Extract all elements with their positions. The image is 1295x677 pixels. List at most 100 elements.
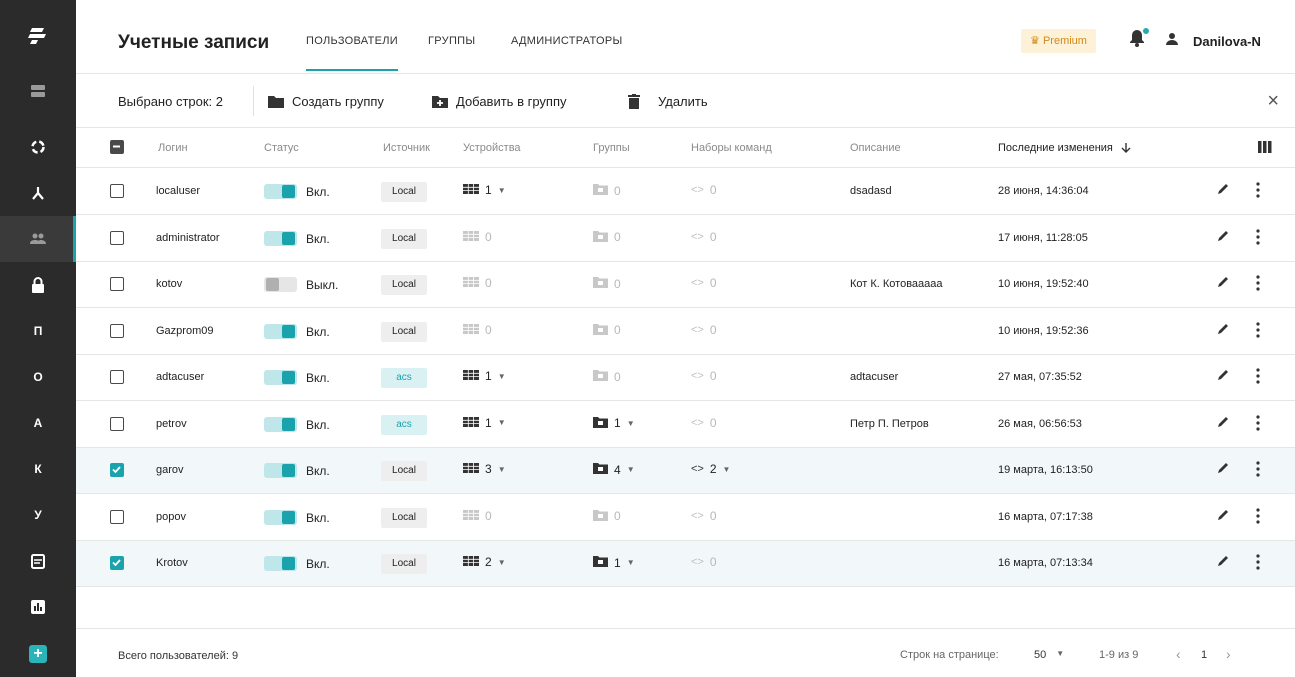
create-group-button[interactable]: Создать группу bbox=[268, 94, 384, 109]
column-header-last-modified[interactable]: Последние изменения bbox=[998, 142, 1131, 154]
status-toggle[interactable] bbox=[264, 323, 297, 339]
more-vert-icon[interactable] bbox=[1256, 461, 1260, 480]
edit-icon[interactable] bbox=[1216, 415, 1230, 432]
login-cell[interactable]: localuser bbox=[156, 185, 200, 197]
select-all-checkbox[interactable] bbox=[110, 140, 124, 154]
close-icon[interactable]: × bbox=[1267, 90, 1279, 113]
rail-item-u[interactable]: У bbox=[0, 492, 76, 538]
rows-per-page-select[interactable]: 50 ▼ bbox=[1034, 649, 1064, 661]
more-vert-icon[interactable] bbox=[1256, 275, 1260, 294]
reports-icon[interactable] bbox=[0, 584, 76, 630]
rail-item-k[interactable]: К bbox=[0, 446, 76, 492]
devices-cell[interactable]: 1 ▼ bbox=[463, 416, 506, 430]
table-row[interactable]: Krotov Вкл. Local 2 ▼ 1 ▼ <> 0 16 марта, 07:13:34 bbox=[76, 541, 1295, 587]
column-header-command-sets[interactable]: Наборы команд bbox=[691, 142, 772, 154]
lock-icon[interactable] bbox=[0, 262, 76, 308]
login-cell[interactable]: administrator bbox=[156, 232, 220, 244]
row-checkbox[interactable] bbox=[110, 509, 124, 524]
table-row[interactable]: kotov Выкл. Local 0 0 <> 0 Кот К. Котоваaaaa 10 … bbox=[76, 262, 1295, 308]
table-row[interactable]: petrov Вкл. acs 1 ▼ 1 ▼ <> 0 Петр П. Петров 26 мая… bbox=[76, 402, 1295, 448]
login-cell[interactable]: petrov bbox=[156, 418, 187, 430]
row-checkbox[interactable] bbox=[110, 463, 124, 477]
servers-icon[interactable] bbox=[0, 68, 76, 114]
columns-icon[interactable] bbox=[1258, 141, 1272, 156]
row-checkbox[interactable] bbox=[110, 277, 124, 291]
edit-icon[interactable] bbox=[1216, 554, 1230, 571]
more-vert-icon[interactable] bbox=[1256, 368, 1260, 387]
more-vert-icon[interactable] bbox=[1256, 414, 1260, 434]
edit-icon[interactable] bbox=[1216, 461, 1230, 478]
user-icon[interactable] bbox=[1165, 32, 1179, 49]
more-vert-icon[interactable] bbox=[1256, 507, 1260, 527]
users-icon[interactable] bbox=[0, 216, 76, 262]
column-header-description[interactable]: Описание bbox=[850, 142, 901, 154]
prev-page-icon[interactable]: ‹ bbox=[1176, 646, 1181, 662]
tab-users[interactable]: ПОЛЬЗОВАТЕЛИ bbox=[306, 35, 398, 71]
status-toggle[interactable] bbox=[264, 184, 297, 199]
app-logo-icon[interactable] bbox=[0, 12, 76, 58]
status-toggle[interactable] bbox=[264, 230, 297, 246]
status-toggle[interactable] bbox=[264, 370, 297, 385]
login-cell[interactable]: popov bbox=[156, 511, 186, 523]
column-header-login[interactable]: Логин bbox=[158, 142, 188, 154]
devices-cell[interactable]: 2 ▼ bbox=[463, 555, 506, 569]
row-checkbox[interactable] bbox=[110, 416, 124, 431]
user-name[interactable]: Danilova-N bbox=[1193, 34, 1261, 49]
row-checkbox[interactable] bbox=[110, 184, 124, 198]
calendar-icon[interactable] bbox=[0, 538, 76, 584]
status-toggle[interactable] bbox=[264, 463, 297, 478]
column-header-groups[interactable]: Группы bbox=[593, 142, 630, 154]
status-toggle[interactable] bbox=[264, 509, 297, 525]
table-row[interactable]: popov Вкл. Local 0 0 <> 0 16 марта, 07:17:38 bbox=[76, 495, 1295, 541]
edit-icon[interactable] bbox=[1216, 508, 1230, 525]
add-to-group-button[interactable]: Добавить в группу bbox=[432, 94, 567, 109]
add-icon[interactable]: + bbox=[0, 631, 76, 677]
row-checkbox[interactable] bbox=[110, 323, 124, 338]
status-toggle[interactable] bbox=[264, 277, 297, 292]
login-cell[interactable]: adtacuser bbox=[156, 371, 204, 383]
login-cell[interactable]: garov bbox=[156, 464, 184, 476]
devices-cell[interactable]: 1 ▼ bbox=[463, 369, 506, 383]
column-header-status[interactable]: Статус bbox=[264, 142, 299, 154]
sessions-icon[interactable] bbox=[0, 124, 76, 170]
edit-icon[interactable] bbox=[1216, 182, 1230, 199]
more-vert-icon[interactable] bbox=[1256, 228, 1260, 248]
table-row[interactable]: administrator Вкл. Local 0 0 <> 0 17 июня, 11:2… bbox=[76, 216, 1295, 262]
login-cell[interactable]: kotov bbox=[156, 278, 182, 290]
rail-item-o[interactable]: О bbox=[0, 354, 76, 400]
delete-button[interactable]: Удалить bbox=[628, 94, 708, 109]
groups-cell[interactable]: 1 ▼ bbox=[593, 555, 635, 570]
devices-cell[interactable]: 1 ▼ bbox=[463, 183, 506, 197]
groups-cell[interactable]: 4 ▼ bbox=[593, 462, 635, 477]
table-row[interactable]: garov Вкл. Local 3 ▼ 4 ▼ <> 2 ▼ 19 марта, 16:13:50 bbox=[76, 448, 1295, 494]
status-toggle[interactable] bbox=[264, 556, 297, 571]
row-checkbox[interactable] bbox=[110, 370, 124, 384]
premium-badge[interactable]: ♛ Premium bbox=[1021, 29, 1096, 53]
devices-cell[interactable]: 3 ▼ bbox=[463, 462, 506, 476]
table-row[interactable]: Gazprom09 Вкл. Local 0 0 <> 0 10 июня, 19:52:36 bbox=[76, 309, 1295, 355]
more-vert-icon[interactable] bbox=[1256, 554, 1260, 573]
column-header-devices[interactable]: Устройства bbox=[463, 142, 521, 154]
row-checkbox[interactable] bbox=[110, 556, 124, 570]
table-row[interactable]: localuser Вкл. Local 1 ▼ 0 <> 0 dsadasd 28 июня, … bbox=[76, 169, 1295, 215]
network-icon[interactable] bbox=[0, 170, 76, 216]
edit-icon[interactable] bbox=[1216, 368, 1230, 385]
login-cell[interactable]: Gazprom09 bbox=[156, 325, 213, 337]
command-sets-cell[interactable]: <> 2 ▼ bbox=[691, 462, 730, 476]
rail-item-p[interactable]: П bbox=[0, 308, 76, 354]
status-toggle[interactable] bbox=[264, 416, 297, 432]
edit-icon[interactable] bbox=[1216, 229, 1230, 246]
login-cell[interactable]: Krotov bbox=[156, 557, 188, 569]
column-header-source[interactable]: Источник bbox=[383, 142, 430, 154]
groups-cell[interactable]: 1 ▼ bbox=[593, 416, 635, 431]
table-row[interactable]: adtacuser Вкл. acs 1 ▼ 0 <> 0 adtacuser 27 мая, 0… bbox=[76, 355, 1295, 401]
edit-icon[interactable] bbox=[1216, 322, 1230, 339]
next-page-icon[interactable]: › bbox=[1226, 646, 1231, 662]
tab-administrators[interactable]: АДМИНИСТРАТОРЫ bbox=[511, 35, 623, 47]
edit-icon[interactable] bbox=[1216, 275, 1230, 292]
current-page[interactable]: 1 bbox=[1201, 649, 1207, 661]
more-vert-icon[interactable] bbox=[1256, 321, 1260, 341]
tab-groups[interactable]: ГРУППЫ bbox=[428, 35, 475, 47]
row-checkbox[interactable] bbox=[110, 230, 124, 245]
more-vert-icon[interactable] bbox=[1256, 182, 1260, 201]
